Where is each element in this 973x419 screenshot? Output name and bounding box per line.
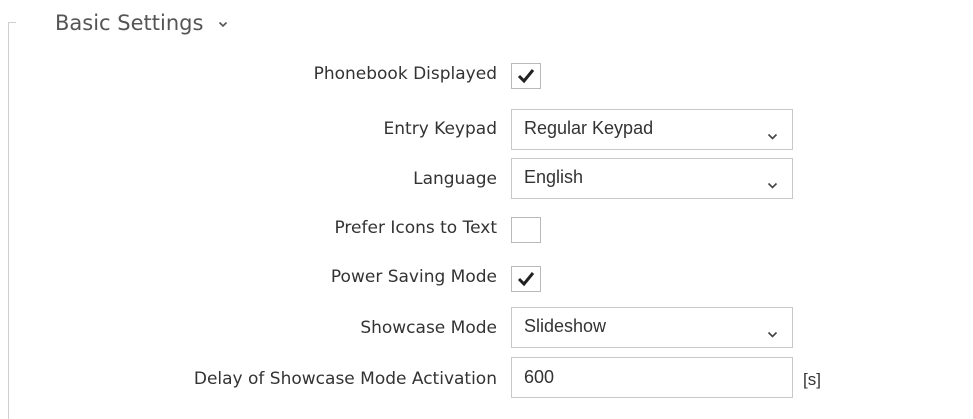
power-saving-checkbox[interactable] <box>511 266 541 292</box>
chevron-down-icon <box>767 174 778 193</box>
checkmark-icon <box>517 69 535 84</box>
power-saving-label: Power Saving Mode <box>330 267 497 287</box>
chevron-down-icon <box>767 125 778 144</box>
showcase-delay-input[interactable] <box>511 357 793 398</box>
section-header[interactable]: Basic Settings <box>55 7 228 39</box>
entry-keypad-select[interactable]: Regular Keypad <box>511 109 793 150</box>
phonebook-displayed-checkbox[interactable] <box>511 63 541 89</box>
language-select[interactable]: English <box>511 158 793 199</box>
entry-keypad-label: Entry Keypad <box>383 119 497 139</box>
section-border-corner <box>8 22 16 23</box>
showcase-delay-label: Delay of Showcase Mode Activation <box>193 369 497 389</box>
entry-keypad-value: Regular Keypad <box>524 118 654 138</box>
section-border <box>8 22 9 419</box>
language-label: Language <box>413 169 497 189</box>
chevron-down-icon <box>767 323 778 342</box>
chevron-down-icon <box>218 5 228 37</box>
showcase-delay-unit: [s] <box>803 370 821 389</box>
section-title: Basic Settings <box>55 11 204 35</box>
prefer-icons-label: Prefer Icons to Text <box>334 218 497 238</box>
language-value: English <box>524 167 584 187</box>
phonebook-displayed-label: Phonebook Displayed <box>313 64 497 84</box>
showcase-mode-select[interactable]: Slideshow <box>511 307 793 348</box>
basic-settings-panel: Basic Settings Phonebook Displayed Entry… <box>0 0 973 419</box>
checkmark-icon <box>517 272 535 287</box>
showcase-mode-value: Slideshow <box>524 316 607 336</box>
showcase-mode-label: Showcase Mode <box>360 318 497 338</box>
prefer-icons-checkbox[interactable] <box>511 217 541 243</box>
